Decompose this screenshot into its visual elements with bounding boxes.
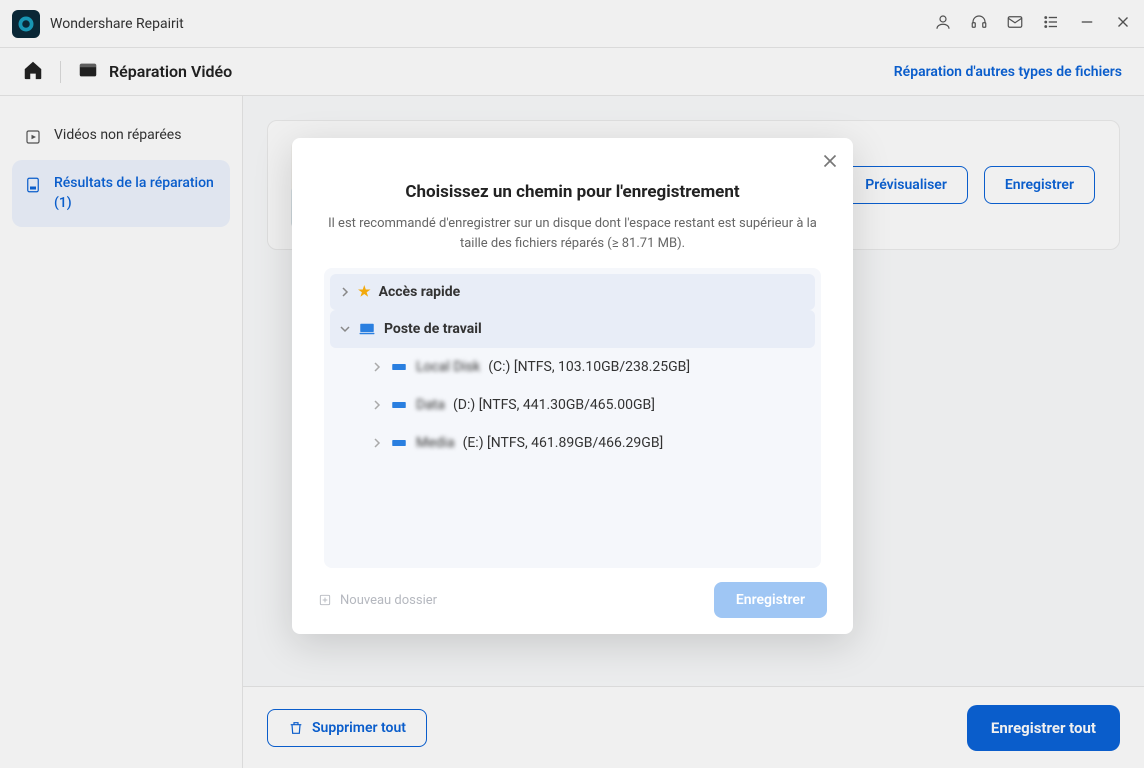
tree-node-drive-e[interactable]: Media (E:) [NTFS, 461.89GB/466.29GB]: [330, 424, 815, 462]
dialog-save-button[interactable]: Enregistrer: [714, 582, 827, 618]
drive-name: Data: [416, 397, 445, 413]
path-tree: ★ Accès rapide Poste de travail Local Di…: [324, 268, 821, 568]
new-folder-button[interactable]: Nouveau dossier: [318, 593, 437, 608]
tree-node-quick-access[interactable]: ★ Accès rapide: [330, 274, 815, 310]
drive-details: (D:) [NTFS, 441.30GB/465.00GB]: [453, 397, 655, 413]
save-path-dialog: Choisissez un chemin pour l'enregistreme…: [292, 138, 853, 634]
disk-icon: [390, 396, 408, 414]
close-icon: [819, 150, 841, 172]
dialog-title: Choisissez un chemin pour l'enregistreme…: [308, 182, 837, 202]
disk-icon: [390, 358, 408, 376]
new-folder-label: Nouveau dossier: [340, 593, 437, 608]
chevron-right-icon: [372, 400, 382, 410]
dialog-close-button[interactable]: [819, 150, 841, 172]
tree-node-drive-c[interactable]: Local Disk (C:) [NTFS, 103.10GB/238.25GB…: [330, 348, 815, 386]
tree-node-label: Poste de travail: [384, 321, 482, 337]
drive-details: (E:) [NTFS, 461.89GB/466.29GB]: [463, 435, 664, 451]
chevron-down-icon: [340, 324, 350, 334]
tree-node-drive-d[interactable]: Data (D:) [NTFS, 441.30GB/465.00GB]: [330, 386, 815, 424]
dialog-subtitle: Il est recommandé d'enregistrer sur un d…: [328, 214, 817, 254]
chevron-right-icon: [340, 287, 350, 297]
new-folder-icon: [318, 593, 332, 607]
star-icon: ★: [358, 284, 371, 300]
drive-name: Media: [416, 435, 455, 451]
chevron-right-icon: [372, 438, 382, 448]
drive-name: Local Disk: [416, 359, 480, 375]
drive-details: (C:) [NTFS, 103.10GB/238.25GB]: [488, 359, 690, 375]
tree-node-this-pc[interactable]: Poste de travail: [330, 310, 815, 348]
tree-node-label: Accès rapide: [379, 284, 461, 300]
disk-icon: [390, 434, 408, 452]
chevron-right-icon: [372, 362, 382, 372]
computer-icon: [358, 320, 376, 338]
